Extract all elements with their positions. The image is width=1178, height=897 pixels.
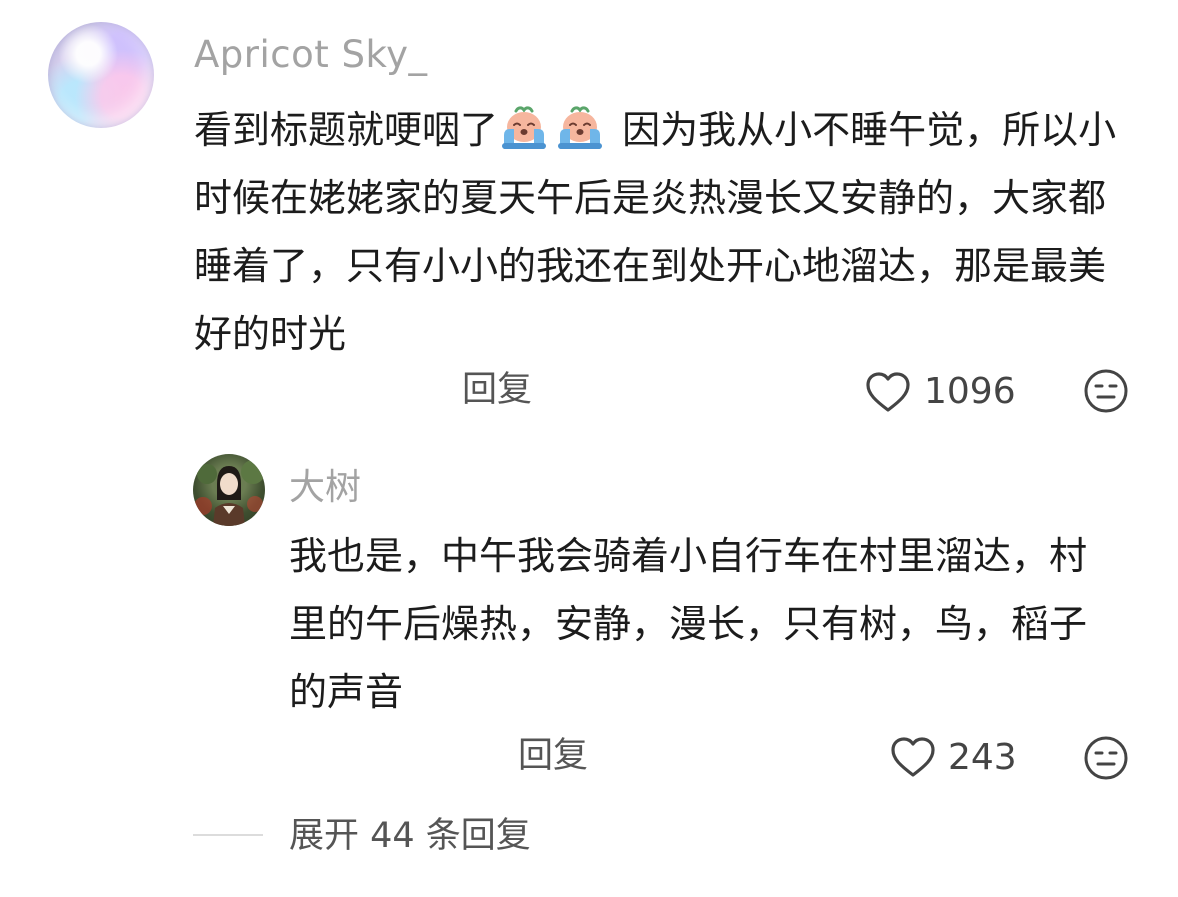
avatar[interactable] xyxy=(48,22,154,128)
like-count: 243 xyxy=(948,737,1017,778)
heart-icon[interactable] xyxy=(889,735,937,779)
dislike-face-icon[interactable] xyxy=(1083,735,1129,781)
reply-button[interactable]: 回复 xyxy=(518,736,588,776)
crying-emoji-icon xyxy=(558,106,603,149)
like-count: 1096 xyxy=(924,371,1016,412)
divider xyxy=(193,834,263,836)
avatar[interactable] xyxy=(193,454,265,526)
heart-icon[interactable] xyxy=(864,370,912,414)
reply-button[interactable]: 回复 xyxy=(462,370,532,410)
reply-text: 我也是，中午我会骑着小自行车在村里溜达，村里的午后燥热，安静，漫长，只有树，鸟，… xyxy=(289,534,1088,714)
crying-emoji-icon xyxy=(502,106,547,149)
comment-text-part-1: 看到标题就哽咽了 xyxy=(194,108,499,152)
expand-replies-button[interactable]: 展开 44 条回复 xyxy=(289,815,531,857)
comment-username[interactable]: Apricot Sky_ xyxy=(194,32,428,78)
reply-username[interactable]: 大树 xyxy=(289,466,361,510)
reply-avatar-portrait xyxy=(194,460,265,526)
comment-text: 看到标题就哽咽了 因为我从小不睡午觉，所以小时候在姥姥家的夏天午后是炎热漫长又安… xyxy=(194,96,1139,368)
dislike-face-icon[interactable] xyxy=(1083,368,1129,414)
